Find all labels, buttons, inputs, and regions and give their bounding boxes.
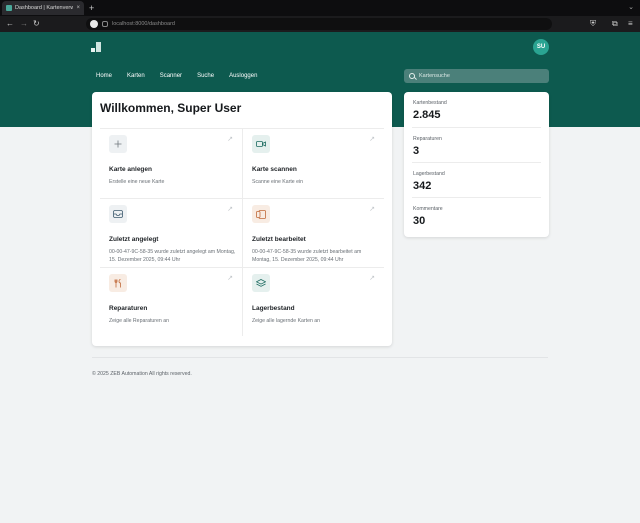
stat-label: Reparaturen xyxy=(413,136,442,142)
footer-copyright: © 2025 ZEB Automation All rights reserve… xyxy=(92,371,192,377)
stat-value: 3 xyxy=(413,145,420,157)
dashboard-card: Willkommen, Super User ↗ Karte anlegen E… xyxy=(92,92,392,346)
menu-icon[interactable]: ≡ xyxy=(628,17,633,31)
stat-comments: Kommentare 30 xyxy=(412,197,541,231)
stat-value: 342 xyxy=(413,180,432,192)
action-desc: Erstelle eine neue Karte xyxy=(109,179,165,185)
action-title: Zuletzt bearbeitet xyxy=(252,236,306,243)
action-desc: 00-00-47-9C-58-35 wurde zuletzt angelegt… xyxy=(109,249,236,263)
action-inventory[interactable]: ↗ Lagerbestand Zeige alle lagernde Karte… xyxy=(242,267,384,336)
layers-icon xyxy=(252,274,270,292)
new-tab-button[interactable]: + xyxy=(89,2,94,14)
stat-card-stock: Kartenbestand 2.845 xyxy=(412,92,541,126)
arrow-up-right-icon: ↗ xyxy=(369,206,375,213)
action-repairs[interactable]: ↗ Reparaturen Zeige alle Reparaturen an xyxy=(100,267,242,336)
action-desc: 00-00-47-9C-58-35 wurde zuletzt bearbeit… xyxy=(252,249,362,263)
logo-icon[interactable] xyxy=(91,42,101,52)
video-camera-icon xyxy=(252,135,270,153)
action-last-created[interactable]: ↗ Zuletzt angelegt 00-00-47-9C-58-35 wur… xyxy=(100,198,242,267)
stat-label: Kommentare xyxy=(413,206,443,212)
action-title: Reparaturen xyxy=(109,305,148,312)
action-title: Karte scannen xyxy=(252,166,297,173)
stat-repairs: Reparaturen 3 xyxy=(412,127,541,161)
arrow-up-right-icon: ↗ xyxy=(227,206,233,213)
action-desc: Zeige alle Reparaturen an xyxy=(109,318,169,324)
stat-label: Kartenbestand xyxy=(413,100,447,106)
browser-tab-strip: Dashboard | Kartenverwaltung × + ⌄ xyxy=(0,0,640,16)
main-nav: Home Karten Scanner Suche Ausloggen xyxy=(96,73,272,79)
tab-list-icon[interactable]: ⌄ xyxy=(628,3,634,11)
favicon-icon xyxy=(6,5,12,11)
url-input[interactable] xyxy=(112,21,312,27)
arrow-up-right-icon: ↗ xyxy=(369,275,375,282)
cards-icon xyxy=(252,205,270,223)
reload-icon[interactable]: ↻ xyxy=(33,17,40,31)
page-title: Willkommen, Super User xyxy=(100,101,242,115)
wrench-icon xyxy=(109,274,127,292)
stat-value: 30 xyxy=(413,215,426,227)
nav-suche[interactable]: Suche xyxy=(197,73,214,79)
browser-tab[interactable]: Dashboard | Kartenverwaltung × xyxy=(2,1,84,15)
action-title: Zuletzt angelegt xyxy=(109,236,159,243)
plus-icon xyxy=(109,135,127,153)
search-input[interactable] xyxy=(419,73,539,79)
stat-inventory: Lagerbestand 342 xyxy=(412,162,541,196)
nav-scanner[interactable]: Scanner xyxy=(160,73,182,79)
action-title: Lagerbestand xyxy=(252,305,295,312)
extensions-icon[interactable]: ⧉ xyxy=(612,17,618,31)
arrow-up-right-icon: ↗ xyxy=(227,136,233,143)
tab-close-icon[interactable]: × xyxy=(76,5,80,11)
stat-value: 2.845 xyxy=(413,109,441,121)
nav-ausloggen[interactable]: Ausloggen xyxy=(229,73,257,79)
browser-tab-title: Dashboard | Kartenverwaltung xyxy=(15,5,74,11)
stats-card: Kartenbestand 2.845 Reparaturen 3 Lagerb… xyxy=(404,92,549,237)
action-grid: ↗ Karte anlegen Erstelle eine neue Karte… xyxy=(100,128,384,338)
footer-divider xyxy=(92,357,548,358)
action-desc: Scanne eine Karte ein xyxy=(252,179,304,185)
action-scan-card[interactable]: ↗ Karte scannen Scanne eine Karte ein xyxy=(242,129,384,198)
action-title: Karte anlegen xyxy=(109,166,152,173)
browser-toolbar: ← → ↻ ⛨ ⧉ ≡ xyxy=(0,16,640,32)
stat-label: Lagerbestand xyxy=(413,171,445,177)
action-create-card[interactable]: ↗ Karte anlegen Erstelle eine neue Karte xyxy=(100,129,242,198)
shield-icon[interactable]: ⛨ xyxy=(590,17,596,31)
avatar[interactable]: SU xyxy=(533,39,549,55)
action-desc: Zeige alle lagernde Karten an xyxy=(252,318,321,324)
arrow-up-right-icon: ↗ xyxy=(369,136,375,143)
forward-icon[interactable]: → xyxy=(20,17,28,31)
nav-home[interactable]: Home xyxy=(96,73,112,79)
permissions-icon[interactable] xyxy=(102,21,108,27)
inbox-icon xyxy=(109,205,127,223)
action-last-edited[interactable]: ↗ Zuletzt bearbeitet 00-00-47-9C-58-35 w… xyxy=(242,198,384,267)
nav-karten[interactable]: Karten xyxy=(127,73,145,79)
site-info-icon[interactable] xyxy=(90,20,98,28)
arrow-up-right-icon: ↗ xyxy=(227,275,233,282)
search-icon xyxy=(409,73,415,79)
card-search[interactable] xyxy=(404,69,549,83)
back-icon[interactable]: ← xyxy=(6,17,14,31)
address-bar[interactable] xyxy=(86,18,552,30)
